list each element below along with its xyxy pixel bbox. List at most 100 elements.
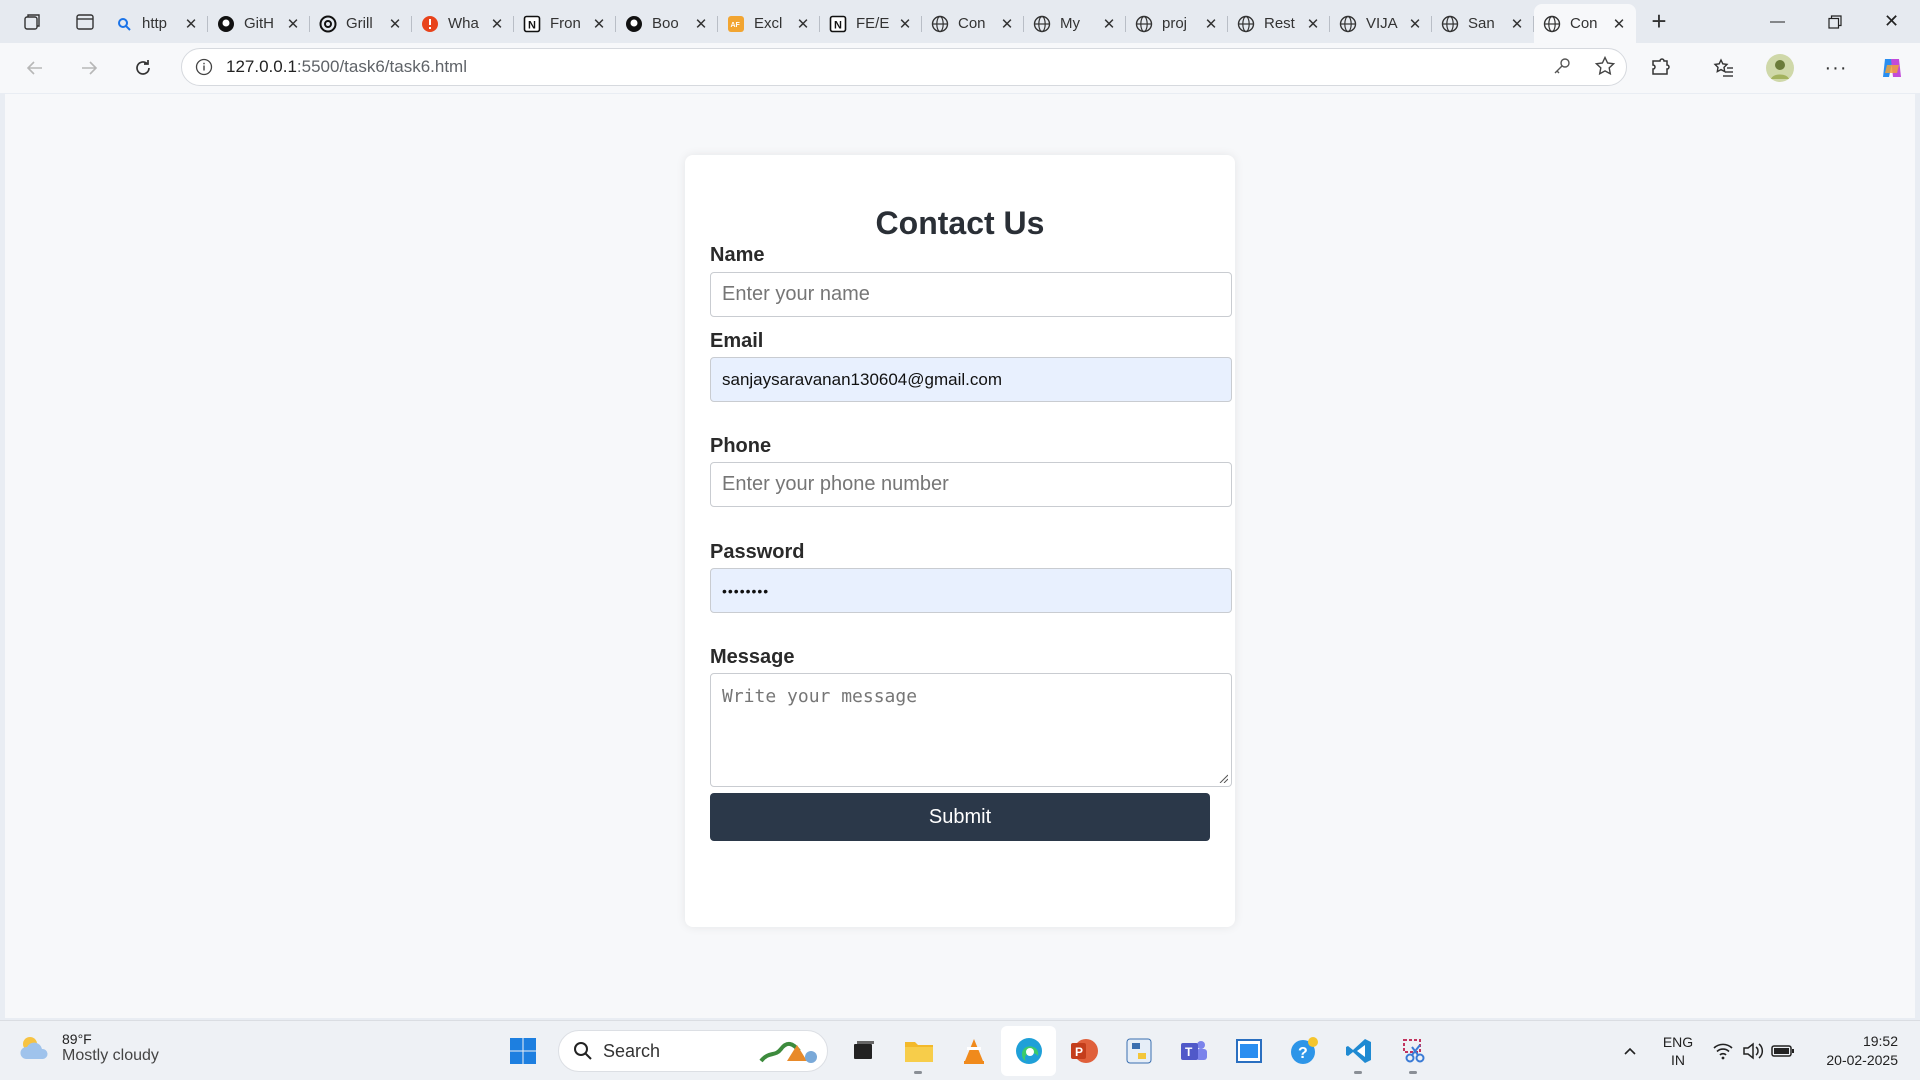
svg-text:P: P (1075, 1045, 1083, 1059)
copilot-icon[interactable] (1864, 55, 1920, 81)
close-icon[interactable]: ✕ (896, 15, 914, 33)
system-tray: ENG IN 19:52 20-02-2025 (1612, 1021, 1920, 1080)
globe-icon (1440, 14, 1460, 34)
back-icon[interactable] (8, 43, 62, 93)
message-label: Message (710, 646, 795, 668)
key-icon[interactable] (1552, 56, 1572, 81)
windows-start-icon[interactable] (495, 1026, 550, 1076)
notion-icon: N (522, 14, 542, 34)
browser-tab[interactable]: N Fron ✕ (514, 7, 616, 41)
browser-tab[interactable]: Con ✕ (922, 7, 1024, 41)
close-icon[interactable]: ✕ (182, 15, 200, 33)
browser-tab[interactable]: Wha ✕ (412, 7, 514, 41)
close-icon[interactable]: ✕ (1508, 15, 1526, 33)
page-viewport: Contact Us Name Enter your name Email sa… (5, 94, 1915, 1018)
edge-browser-icon[interactable] (1001, 1026, 1056, 1076)
browser-tab[interactable]: proj ✕ (1126, 7, 1228, 41)
clock[interactable]: 19:52 20-02-2025 (1798, 1032, 1898, 1070)
browser-tab[interactable]: N FE/E ✕ (820, 7, 922, 41)
svg-text:T: T (1185, 1045, 1193, 1059)
close-icon[interactable]: ✕ (284, 15, 302, 33)
close-icon[interactable]: ✕ (1202, 15, 1220, 33)
close-icon[interactable]: ✕ (998, 15, 1016, 33)
close-icon[interactable]: ✕ (692, 15, 710, 33)
volume-icon[interactable] (1738, 1042, 1768, 1060)
message-placeholder: Write your message (722, 686, 918, 707)
extensions-icon[interactable] (1632, 57, 1688, 79)
url-host: 127.0.0.1 (226, 57, 297, 76)
close-icon[interactable]: ✕ (1100, 15, 1118, 33)
password-input[interactable]: •••••••• (710, 568, 1232, 613)
python-icon[interactable] (1111, 1026, 1166, 1076)
favorites-icon[interactable] (1696, 57, 1752, 79)
svg-text:AF: AF (731, 22, 741, 29)
task-view-icon[interactable] (836, 1026, 891, 1076)
name-placeholder: Enter your name (722, 283, 870, 305)
language-indicator[interactable]: ENG IN (1648, 1033, 1708, 1069)
phone-input[interactable]: Enter your phone number (710, 462, 1232, 507)
vlc-icon[interactable] (946, 1026, 1001, 1076)
close-icon[interactable]: ✕ (794, 15, 812, 33)
weather-widget[interactable]: 89°F Mostly cloudy (18, 1031, 159, 1065)
browser-tab[interactable]: http ✕ (106, 7, 208, 41)
snipping-tool-icon[interactable] (1386, 1026, 1441, 1076)
tab-actions-icon[interactable] (64, 0, 106, 43)
lang-line1: ENG (1662, 1034, 1694, 1050)
restore-icon[interactable] (1806, 0, 1863, 43)
window-controls: — ✕ (1749, 0, 1920, 43)
more-options-icon[interactable]: ··· (1808, 57, 1864, 80)
browser-tab-active[interactable]: Con ✕ (1534, 4, 1636, 43)
browser-tab[interactable]: AF Excl ✕ (718, 7, 820, 41)
address-bar[interactable]: 127.0.0.1:5500/task6/task6.html (181, 48, 1627, 86)
browser-tab[interactable]: Rest ✕ (1228, 7, 1330, 41)
resize-handle-icon[interactable] (1218, 773, 1228, 783)
github-icon (216, 14, 236, 34)
tab-title: FE/E (856, 15, 890, 32)
browser-tab[interactable]: GitH ✕ (208, 7, 310, 41)
workspaces-icon[interactable] (0, 0, 64, 43)
forward-icon[interactable] (62, 43, 116, 93)
lang-line2: IN (1671, 1052, 1685, 1068)
browser-tab[interactable]: Grill ✕ (310, 7, 412, 41)
clock-date: 20-02-2025 (1826, 1052, 1898, 1068)
notion-icon: N (828, 14, 848, 34)
window-app-icon[interactable] (1221, 1026, 1276, 1076)
powerpoint-icon[interactable]: P (1056, 1026, 1111, 1076)
battery-icon[interactable] (1768, 1043, 1798, 1059)
wifi-icon[interactable] (1708, 1042, 1738, 1060)
minimize-icon[interactable]: — (1749, 0, 1806, 43)
refresh-icon[interactable] (116, 43, 170, 93)
file-explorer-icon[interactable] (891, 1026, 946, 1076)
close-icon[interactable]: ✕ (386, 15, 404, 33)
email-input[interactable]: sanjaysaravanan130604@gmail.com (710, 357, 1232, 402)
tab-title: proj (1162, 15, 1188, 32)
teams-icon[interactable]: T (1166, 1026, 1221, 1076)
vscode-icon[interactable] (1331, 1026, 1386, 1076)
name-input[interactable]: Enter your name (710, 272, 1232, 317)
globe-icon (1134, 14, 1154, 34)
favorite-star-icon[interactable] (1594, 55, 1616, 82)
chevron-up-icon[interactable] (1612, 1043, 1648, 1059)
close-icon[interactable]: ✕ (1610, 15, 1628, 33)
close-icon[interactable]: ✕ (1304, 15, 1322, 33)
search-label: Search (603, 1040, 661, 1061)
help-icon[interactable]: ? (1276, 1026, 1331, 1076)
phone-label: Phone (710, 435, 772, 457)
avatar[interactable] (1752, 53, 1808, 83)
close-icon[interactable]: ✕ (590, 15, 608, 33)
search-icon (574, 1042, 592, 1060)
browser-tab[interactable]: Boo ✕ (616, 7, 718, 41)
close-icon[interactable]: ✕ (488, 15, 506, 33)
globe-icon (1032, 14, 1052, 34)
taskbar-search[interactable]: Search (558, 1030, 828, 1072)
message-textarea[interactable]: Write your message (710, 673, 1232, 787)
browser-tab[interactable]: San ✕ (1432, 7, 1534, 41)
close-icon[interactable]: ✕ (1406, 15, 1424, 33)
submit-button[interactable]: Submit (710, 793, 1210, 841)
new-tab-button[interactable]: + (1636, 0, 1682, 43)
browser-tab[interactable]: VIJA ✕ (1330, 7, 1432, 41)
info-icon[interactable] (182, 58, 226, 76)
close-window-icon[interactable]: ✕ (1863, 0, 1920, 43)
browser-tab[interactable]: My ✕ (1024, 7, 1126, 41)
url-path: :5500/task6/task6.html (296, 57, 467, 76)
